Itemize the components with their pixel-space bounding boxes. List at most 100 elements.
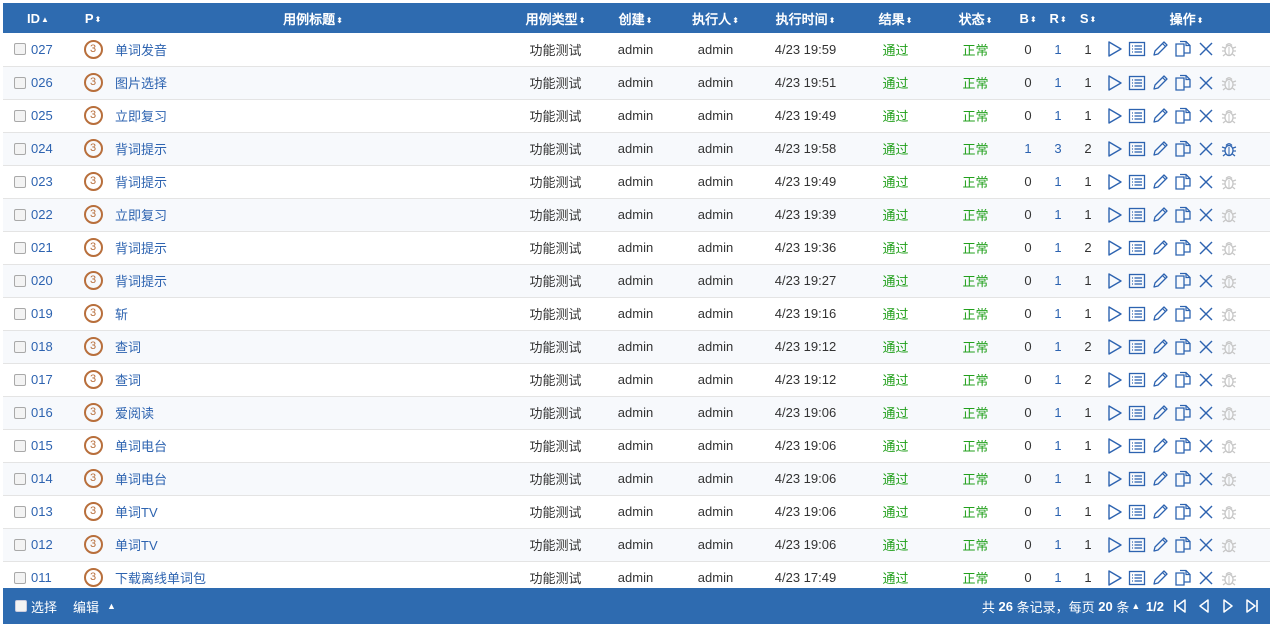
list-icon[interactable] <box>1127 535 1147 555</box>
case-id-link[interactable]: 027 <box>31 42 53 57</box>
row-checkbox[interactable] <box>14 208 26 221</box>
bug-icon[interactable] <box>1219 535 1239 555</box>
table-row[interactable]: 022 3 立即复习 功能测试 admin admin 4/23 19:39 通过 正常 0 1 1 <box>3 198 1270 231</box>
edit-icon[interactable] <box>1150 238 1170 258</box>
case-id-link[interactable]: 018 <box>31 339 53 354</box>
table-row[interactable]: 013 3 单词TV 功能测试 admin admin 4/23 19:06 通过 正常 0 1 1 <box>3 495 1270 528</box>
bug-icon[interactable] <box>1219 568 1239 588</box>
run-icon[interactable] <box>1104 139 1124 159</box>
delete-icon[interactable] <box>1196 436 1216 456</box>
list-icon[interactable] <box>1127 172 1147 192</box>
cell-r-count[interactable]: 1 <box>1043 165 1073 198</box>
select-all-checkbox[interactable]: 选择 <box>15 597 57 616</box>
edit-icon[interactable] <box>1150 172 1170 192</box>
edit-icon[interactable] <box>1150 568 1170 588</box>
case-title-link[interactable]: 背词提示 <box>115 274 167 289</box>
col-header-executor[interactable]: 执行人⬍ <box>673 3 758 33</box>
copy-icon[interactable] <box>1173 568 1193 588</box>
delete-icon[interactable] <box>1196 535 1216 555</box>
cell-r-count[interactable]: 1 <box>1043 396 1073 429</box>
bug-icon[interactable] <box>1219 172 1239 192</box>
cell-r-count[interactable]: 1 <box>1043 528 1073 561</box>
case-title-link[interactable]: 背词提示 <box>115 142 167 157</box>
cell-r-count[interactable]: 1 <box>1043 495 1073 528</box>
list-icon[interactable] <box>1127 73 1147 93</box>
run-icon[interactable] <box>1104 502 1124 522</box>
case-id-link[interactable]: 011 <box>31 570 52 585</box>
row-checkbox[interactable] <box>14 175 26 188</box>
copy-icon[interactable] <box>1173 502 1193 522</box>
next-page-icon[interactable] <box>1218 596 1238 616</box>
edit-icon[interactable] <box>1150 469 1170 489</box>
row-checkbox[interactable] <box>14 274 26 287</box>
delete-icon[interactable] <box>1196 403 1216 423</box>
bug-icon[interactable] <box>1219 73 1239 93</box>
bug-icon[interactable] <box>1219 39 1239 59</box>
table-row[interactable]: 017 3 查词 功能测试 admin admin 4/23 19:12 通过 正常 0 1 2 <box>3 363 1270 396</box>
col-header-s[interactable]: S⬍ <box>1073 3 1103 33</box>
copy-icon[interactable] <box>1173 205 1193 225</box>
case-title-link[interactable]: 单词电台 <box>115 472 167 487</box>
case-title-link[interactable]: 单词TV <box>115 538 158 553</box>
cell-r-count[interactable]: 1 <box>1043 462 1073 495</box>
case-id-link[interactable]: 013 <box>31 504 53 519</box>
case-title-link[interactable]: 立即复习 <box>115 208 167 223</box>
col-header-type[interactable]: 用例类型⬍ <box>513 3 598 33</box>
run-icon[interactable] <box>1104 39 1124 59</box>
run-icon[interactable] <box>1104 238 1124 258</box>
delete-icon[interactable] <box>1196 39 1216 59</box>
col-header-title[interactable]: 用例标题⬍ <box>113 3 513 33</box>
run-icon[interactable] <box>1104 304 1124 324</box>
table-row[interactable]: 024 3 背词提示 功能测试 admin admin 4/23 19:58 通过 正常 1 3 2 <box>3 132 1270 165</box>
table-row[interactable]: 016 3 爱阅读 功能测试 admin admin 4/23 19:06 通过 正常 0 1 1 <box>3 396 1270 429</box>
prev-page-icon[interactable] <box>1194 596 1214 616</box>
list-icon[interactable] <box>1127 403 1147 423</box>
case-title-link[interactable]: 单词电台 <box>115 439 167 454</box>
edit-icon[interactable] <box>1150 502 1170 522</box>
list-icon[interactable] <box>1127 238 1147 258</box>
caret-up-icon[interactable]: ▲ <box>1131 601 1140 611</box>
run-icon[interactable] <box>1104 469 1124 489</box>
cell-r-count[interactable]: 1 <box>1043 264 1073 297</box>
case-id-link[interactable]: 012 <box>31 537 53 552</box>
table-row[interactable]: 021 3 背词提示 功能测试 admin admin 4/23 19:36 通过 正常 0 1 2 <box>3 231 1270 264</box>
list-icon[interactable] <box>1127 106 1147 126</box>
bug-icon[interactable] <box>1219 238 1239 258</box>
col-header-b[interactable]: B⬍ <box>1013 3 1043 33</box>
table-row[interactable]: 012 3 单词TV 功能测试 admin admin 4/23 19:06 通过 正常 0 1 1 <box>3 528 1270 561</box>
copy-icon[interactable] <box>1173 337 1193 357</box>
bug-icon[interactable] <box>1219 502 1239 522</box>
list-icon[interactable] <box>1127 39 1147 59</box>
list-icon[interactable] <box>1127 568 1147 588</box>
cell-r-count[interactable]: 1 <box>1043 66 1073 99</box>
delete-icon[interactable] <box>1196 502 1216 522</box>
run-icon[interactable] <box>1104 568 1124 588</box>
copy-icon[interactable] <box>1173 370 1193 390</box>
case-id-link[interactable]: 014 <box>31 471 53 486</box>
copy-icon[interactable] <box>1173 436 1193 456</box>
case-id-link[interactable]: 015 <box>31 438 53 453</box>
first-page-icon[interactable] <box>1170 596 1190 616</box>
delete-icon[interactable] <box>1196 568 1216 588</box>
case-title-link[interactable]: 背词提示 <box>115 175 167 190</box>
cell-r-count[interactable]: 3 <box>1043 132 1073 165</box>
row-checkbox[interactable] <box>14 439 26 452</box>
case-id-link[interactable]: 021 <box>31 240 53 255</box>
bug-icon[interactable] <box>1219 337 1239 357</box>
row-checkbox[interactable] <box>14 142 26 155</box>
edit-icon[interactable] <box>1150 106 1170 126</box>
case-title-link[interactable]: 下载离线单词包 <box>115 571 206 586</box>
cell-r-count[interactable]: 1 <box>1043 363 1073 396</box>
copy-icon[interactable] <box>1173 469 1193 489</box>
row-checkbox[interactable] <box>14 505 26 518</box>
copy-icon[interactable] <box>1173 172 1193 192</box>
case-id-link[interactable]: 020 <box>31 273 53 288</box>
run-icon[interactable] <box>1104 337 1124 357</box>
delete-icon[interactable] <box>1196 271 1216 291</box>
bug-icon[interactable] <box>1219 436 1239 456</box>
delete-icon[interactable] <box>1196 205 1216 225</box>
copy-icon[interactable] <box>1173 106 1193 126</box>
cell-r-count[interactable]: 1 <box>1043 330 1073 363</box>
batch-edit-button[interactable]: 编辑 <box>73 597 99 616</box>
case-title-link[interactable]: 单词TV <box>115 505 158 520</box>
